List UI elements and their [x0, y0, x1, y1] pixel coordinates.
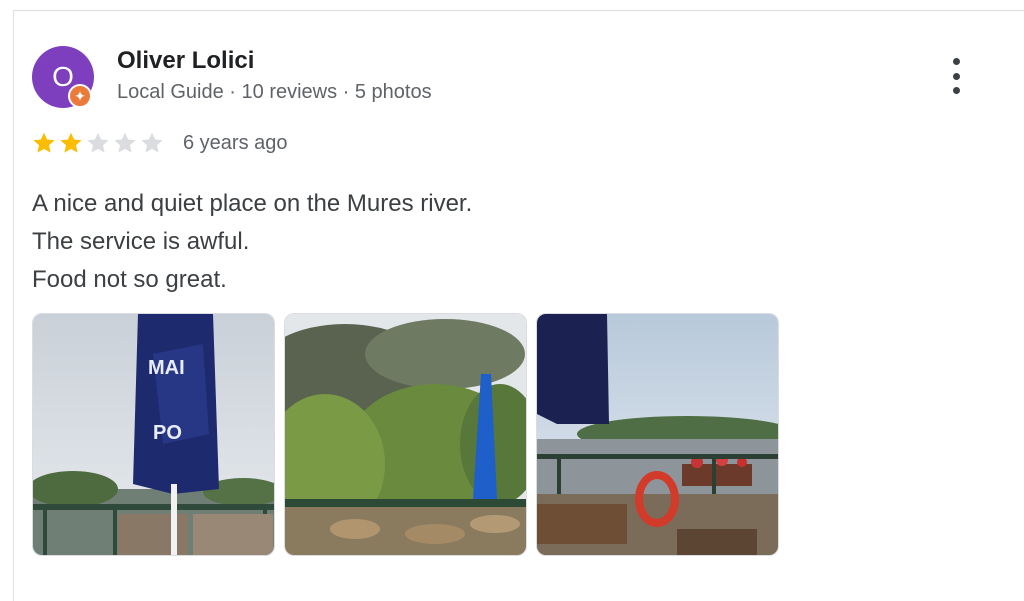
review-text: A nice and quiet place on the Mures rive…	[32, 185, 832, 299]
review-photos: MAI PO	[32, 313, 779, 556]
review-photo-1[interactable]: MAI PO	[32, 313, 275, 556]
local-guide-badge-icon: ✦	[68, 84, 92, 108]
star-empty-icon	[141, 132, 163, 153]
svg-text:MAI: MAI	[148, 357, 185, 379]
reviewer-meta: Local Guide · 10 reviews · 5 photos	[117, 81, 432, 103]
review-photo-3[interactable]	[536, 313, 779, 556]
star-empty-icon	[114, 132, 136, 153]
star-rating: 6 years ago	[31, 130, 288, 156]
review-text-line: A nice and quiet place on the Mures rive…	[32, 190, 473, 217]
star-filled-icon	[33, 132, 55, 153]
svg-text:PO: PO	[153, 422, 182, 444]
more-options-icon[interactable]	[944, 58, 968, 94]
review-time: 6 years ago	[183, 131, 288, 154]
reviewer-name[interactable]: Oliver Lolici	[117, 47, 254, 75]
star-filled-icon	[60, 132, 82, 153]
review-photo-2[interactable]	[284, 313, 527, 556]
review-text-line: Food not so great.	[32, 266, 227, 293]
star-empty-icon	[87, 132, 109, 153]
review-text-line: The service is awful.	[32, 228, 250, 255]
